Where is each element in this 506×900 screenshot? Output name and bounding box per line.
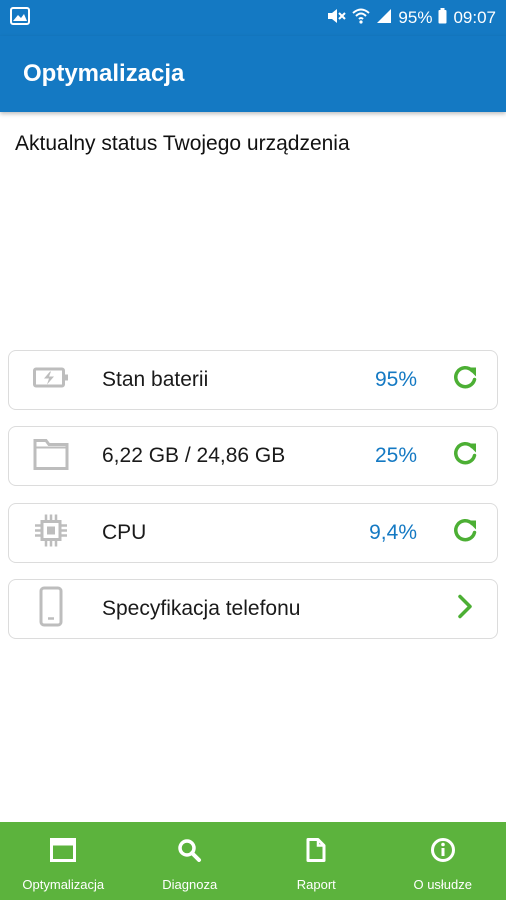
nav-label-o-usludze: O usłudze xyxy=(413,877,473,892)
phone-specification-label: Specyfikacja telefonu xyxy=(102,597,301,620)
battery-icon xyxy=(33,366,69,395)
bottom-navigation: Optymalizacja Diagnoza Raport O usłudze xyxy=(0,822,506,900)
status-heading: Aktualny status Twojego urządzenia xyxy=(15,132,350,155)
cpu-label: CPU xyxy=(102,521,147,544)
refresh-icon[interactable] xyxy=(451,364,479,397)
battery-value: 95% xyxy=(374,368,417,391)
cpu-value: 9,4% xyxy=(369,521,417,544)
nav-label-optymalizacja: Optymalizacja xyxy=(22,877,105,892)
storage-value: 25% xyxy=(374,444,417,467)
app-bar: Optymalizacja xyxy=(0,36,506,112)
phone-icon xyxy=(33,586,69,632)
page-title: Optymalizacja xyxy=(23,60,185,87)
window-icon xyxy=(50,838,77,867)
signal-icon xyxy=(376,8,392,29)
battery-status-icon xyxy=(438,7,447,29)
nav-item-diagnoza[interactable]: Diagnoza xyxy=(127,822,254,900)
nav-item-o-usludze[interactable]: O usłudze xyxy=(380,822,506,900)
refresh-icon[interactable] xyxy=(451,517,479,550)
wifi-icon xyxy=(352,7,371,30)
battery-label: Stan baterii xyxy=(102,368,209,391)
nav-label-diagnoza: Diagnoza xyxy=(162,877,218,892)
nav-label-raport: Raport xyxy=(296,877,336,892)
storage-card[interactable]: 6,22 GB / 24,86 GB 25% xyxy=(8,426,498,486)
cpu-card[interactable]: CPU 9,4% xyxy=(8,503,498,563)
document-icon xyxy=(305,838,327,867)
status-bar: 95% 09:07 xyxy=(0,0,506,36)
gallery-notification-icon xyxy=(10,6,30,30)
mute-icon xyxy=(326,7,347,30)
info-icon xyxy=(430,838,456,867)
battery-percent: 95% xyxy=(398,8,433,27)
phone-specification-card[interactable]: Specyfikacja telefonu xyxy=(8,579,498,639)
storage-label: 6,22 GB / 24,86 GB xyxy=(102,444,286,467)
clock: 09:07 xyxy=(453,8,496,27)
nav-item-raport[interactable]: Raport xyxy=(253,822,380,900)
folder-icon xyxy=(33,437,69,476)
nav-item-optymalizacja[interactable]: Optymalizacja xyxy=(0,822,127,900)
chevron-right-icon[interactable] xyxy=(451,593,479,626)
refresh-icon[interactable] xyxy=(451,440,479,473)
search-icon xyxy=(177,838,203,867)
battery-card[interactable]: Stan baterii 95% xyxy=(8,350,498,410)
cpu-chip-icon xyxy=(33,513,69,554)
